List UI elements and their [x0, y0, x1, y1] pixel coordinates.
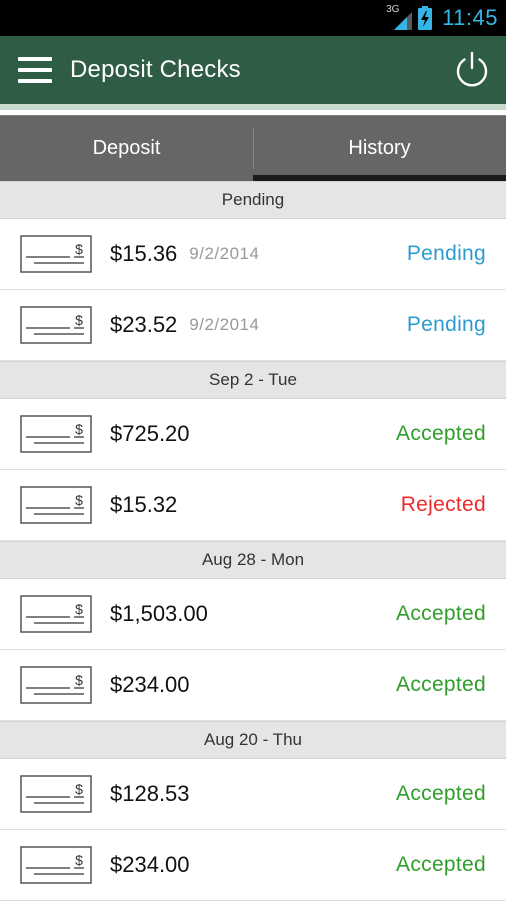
- check-icon: $: [20, 306, 92, 344]
- check-amount: $725.20: [110, 421, 190, 446]
- tab-deposit-label: Deposit: [92, 137, 161, 159]
- status-badge: Accepted: [396, 602, 486, 625]
- list-item[interactable]: $ $725.20 Accepted: [0, 399, 506, 470]
- check-amount: $128.53: [110, 781, 190, 806]
- status-badge: Accepted: [396, 673, 486, 696]
- check-icon: $: [20, 486, 92, 524]
- list-item[interactable]: $ $1,503.00 Accepted: [0, 579, 506, 650]
- svg-text:$: $: [75, 852, 83, 868]
- tab-history-label: History: [348, 137, 411, 159]
- status-badge: Accepted: [396, 782, 486, 805]
- section-header: Sep 2 - Tue: [0, 361, 506, 399]
- page-title: Deposit Checks: [70, 56, 241, 83]
- check-icon: $: [20, 666, 92, 704]
- tab-history[interactable]: History: [253, 116, 506, 181]
- tab-divider: [253, 128, 254, 169]
- status-bar: 3G 11:45: [0, 0, 506, 36]
- check-date: 9/2/2014: [189, 315, 260, 334]
- list-item[interactable]: $ $128.53 Accepted: [0, 759, 506, 830]
- clock: 11:45: [442, 5, 498, 30]
- check-amount: $23.52: [110, 312, 178, 337]
- check-amount: $234.00: [110, 852, 190, 877]
- list-item[interactable]: $ $15.32 Rejected: [0, 470, 506, 541]
- tab-bar: Deposit History: [0, 115, 506, 181]
- list-item[interactable]: $ $234.00 Accepted: [0, 830, 506, 901]
- list-item[interactable]: $ $234.00 Accepted: [0, 650, 506, 721]
- signal-icon: 3G: [386, 4, 413, 30]
- status-icons: 3G 11:45: [386, 4, 498, 31]
- svg-text:$: $: [75, 672, 83, 688]
- battery-icon: [418, 6, 433, 30]
- svg-text:$: $: [75, 421, 83, 437]
- check-icon: $: [20, 846, 92, 884]
- check-amount: $1,503.00: [110, 601, 208, 626]
- check-icon: $: [20, 775, 92, 813]
- check-date: 9/2/2014: [189, 244, 260, 263]
- tab-deposit[interactable]: Deposit: [0, 116, 253, 181]
- svg-text:$: $: [75, 312, 83, 328]
- hamburger-menu-icon[interactable]: [18, 57, 52, 83]
- list-item[interactable]: $ $15.36 9/2/2014 Pending: [0, 219, 506, 290]
- check-icon: $: [20, 595, 92, 633]
- check-amount: $15.36: [110, 241, 178, 266]
- check-amount: $234.00: [110, 672, 190, 697]
- signal-bars-icon: [394, 12, 413, 30]
- status-badge: Rejected: [400, 493, 486, 516]
- status-badge: Pending: [406, 242, 486, 265]
- check-amount: $15.32: [110, 492, 178, 517]
- check-icon: $: [20, 235, 92, 273]
- power-icon[interactable]: [452, 50, 492, 90]
- list-item[interactable]: $ $23.52 9/2/2014 Pending: [0, 290, 506, 361]
- section-header: Aug 20 - Thu: [0, 721, 506, 759]
- svg-text:$: $: [75, 241, 83, 257]
- svg-text:$: $: [75, 781, 83, 797]
- svg-text:$: $: [75, 601, 83, 617]
- status-badge: Accepted: [396, 422, 486, 445]
- deposit-history-list: Pending $ $15.36 9/2/2014 Pending $ $23.52 9/2/…: [0, 181, 506, 901]
- section-header: Aug 28 - Mon: [0, 541, 506, 579]
- status-badge: Accepted: [396, 853, 486, 876]
- section-header: Pending: [0, 181, 506, 219]
- app-bar: Deposit Checks: [0, 36, 506, 104]
- status-badge: Pending: [406, 313, 486, 336]
- svg-text:$: $: [75, 492, 83, 508]
- check-icon: $: [20, 415, 92, 453]
